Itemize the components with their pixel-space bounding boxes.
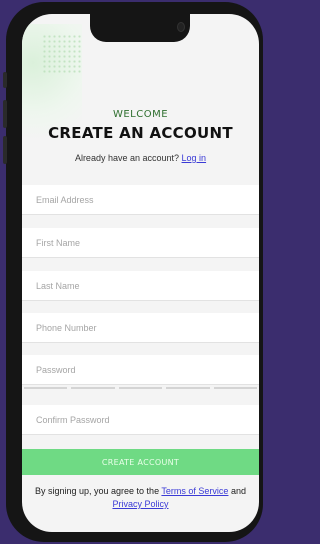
camera-icon xyxy=(177,22,185,32)
create-account-button[interactable]: CREATE ACCOUNT xyxy=(22,449,259,475)
screen: Home WELCOME CREATE AN ACCOUNT Already h… xyxy=(22,14,259,532)
terms-notice: By signing up, you agree to the Terms of… xyxy=(22,485,259,511)
and-text: and xyxy=(230,486,246,496)
strength-segment xyxy=(24,387,68,389)
password-field[interactable] xyxy=(22,355,259,385)
volume-up-button xyxy=(3,100,7,128)
login-prompt: Already have an account? Log in xyxy=(22,153,259,163)
silent-switch xyxy=(3,72,7,88)
login-prompt-text: Already have an account? xyxy=(74,153,180,163)
first-name-field[interactable] xyxy=(22,228,259,258)
privacy-policy-link[interactable]: Privacy Policy xyxy=(112,499,168,509)
confirm-password-field[interactable] xyxy=(22,405,259,435)
strength-segment xyxy=(71,387,115,389)
terms-prefix: By signing up, you agree to the xyxy=(34,486,160,496)
strength-segment xyxy=(213,387,258,389)
volume-down-button xyxy=(3,136,7,164)
strength-segment xyxy=(118,387,163,389)
phone-frame: Home WELCOME CREATE AN ACCOUNT Already h… xyxy=(3,2,263,542)
email-field[interactable] xyxy=(22,185,259,215)
phone-field[interactable] xyxy=(22,313,259,343)
strength-segment xyxy=(166,387,210,389)
login-link[interactable]: Log in xyxy=(182,153,207,163)
password-strength-meter xyxy=(22,387,259,391)
welcome-heading: WELCOME xyxy=(112,109,169,120)
page-title: CREATE AN ACCOUNT xyxy=(48,124,233,142)
notch xyxy=(90,14,190,42)
terms-of-service-link[interactable]: Terms of Service xyxy=(161,486,228,496)
last-name-field[interactable] xyxy=(22,271,259,301)
